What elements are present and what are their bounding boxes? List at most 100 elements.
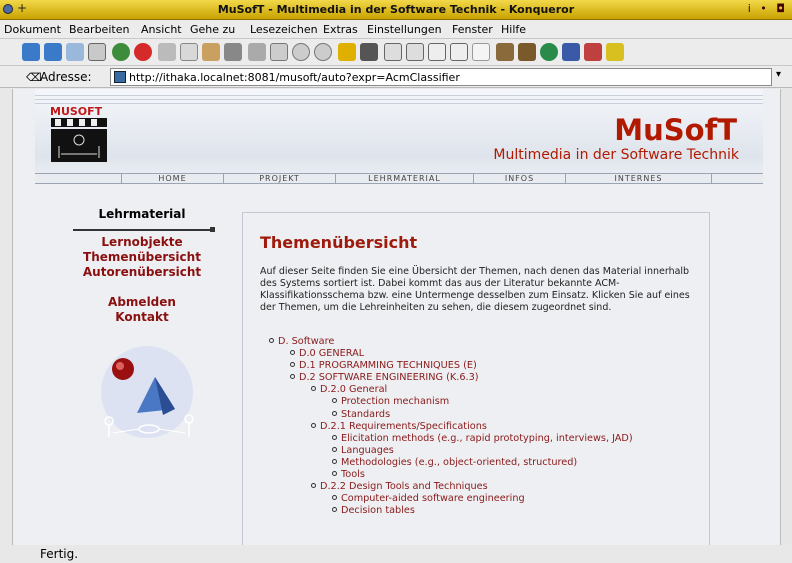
musoft-logo: MUSOFT <box>50 105 107 162</box>
topic-link[interactable]: D.2.1 Requirements/Specifications <box>320 421 487 432</box>
topic-link[interactable]: Elicitation methods (e.g., rapid prototy… <box>341 433 633 444</box>
paste-icon[interactable] <box>202 43 220 61</box>
brand-tagline: Multimedia in der Software Technik <box>493 147 739 163</box>
location-bar: ⌫ Adresse: ▾ <box>0 66 792 88</box>
zoom-out-icon[interactable] <box>314 43 332 61</box>
menu-extras[interactable]: Extras <box>323 23 358 36</box>
sidebar-link-lernobjekte[interactable]: Lernobjekte <box>63 235 221 250</box>
split-horizontal-icon[interactable] <box>428 43 446 61</box>
copy-icon[interactable] <box>180 43 198 61</box>
view-mode-icon[interactable] <box>384 43 402 61</box>
home-icon[interactable] <box>88 43 106 61</box>
window-controls[interactable]: i • ◘ <box>748 2 788 15</box>
bullet-icon <box>311 483 316 489</box>
find-icon[interactable] <box>270 43 288 61</box>
topic-link[interactable]: Tools <box>341 469 365 480</box>
intro-paragraph: Auf dieser Seite finden Sie eine Übersic… <box>260 266 690 313</box>
view-zoom-icon[interactable] <box>406 43 424 61</box>
topic-link[interactable]: Languages <box>341 445 394 456</box>
bullet-icon <box>332 458 337 464</box>
location-field[interactable] <box>110 68 772 86</box>
tree-item: D.0 GENERAL <box>260 348 693 360</box>
remove-view-icon[interactable] <box>472 43 490 61</box>
topic-link[interactable]: Standards <box>341 409 390 420</box>
reload-icon[interactable] <box>112 43 130 61</box>
side-panel-edge[interactable] <box>780 89 792 545</box>
web-icon[interactable] <box>540 43 558 61</box>
console-icon[interactable] <box>360 43 378 61</box>
logo-text: MUSOFT <box>50 105 103 118</box>
menu-dokument[interactable]: Dokument <box>4 23 61 36</box>
menu-bearbeiten[interactable]: Bearbeiten <box>69 23 129 36</box>
security-lock-icon[interactable] <box>338 43 356 61</box>
window-title: MuSofT - Multimedia in der Software Tech… <box>217 3 575 16</box>
nav-home[interactable]: HOME <box>121 174 223 184</box>
tree-item: D.2.2 Design Tools and Techniques <box>260 481 693 493</box>
main-content: Themenübersicht Auf dieser Seite finden … <box>242 212 710 545</box>
sidebar-link-kontakt[interactable]: Kontakt <box>63 310 221 325</box>
back-arrow-icon[interactable] <box>44 43 62 61</box>
menu-ansicht[interactable]: Ansicht <box>141 23 182 36</box>
tree-item: D.1 PROGRAMMING TECHNIQUES (E) <box>260 360 693 372</box>
sidebar: Lehrmaterial Lernobjekte Themenübersicht… <box>63 207 221 325</box>
brand-title: MuSofT <box>614 113 737 147</box>
up-arrow-icon[interactable] <box>22 43 40 61</box>
topic-link[interactable]: D.2.2 Design Tools and Techniques <box>320 481 488 492</box>
nav-lehrmaterial[interactable]: LEHRMATERIAL <box>335 174 473 184</box>
topic-link[interactable]: D. Software <box>278 336 334 347</box>
menu-lesezeichen[interactable]: Lesezeichen <box>250 23 318 36</box>
window-titlebar[interactable]: + MuSofT - Multimedia in der Software Te… <box>0 0 792 20</box>
url-input[interactable] <box>129 69 749 85</box>
split-vertical-icon[interactable] <box>450 43 468 61</box>
site-header: MUSOFT MuSofT Multimedia in der Software… <box>35 89 763 173</box>
menu-einstellungen[interactable]: Einstellungen <box>367 23 442 36</box>
menubar: Dokument Bearbeiten Ansicht Gehe zu Lese… <box>0 20 792 39</box>
toolbar <box>0 39 792 66</box>
sidebar-link-abmelden[interactable]: Abmelden <box>63 295 221 310</box>
sidebar-link-themenuebersicht[interactable]: Themenübersicht <box>63 250 221 265</box>
tree-item: Elicitation methods (e.g., rapid prototy… <box>260 433 693 445</box>
translate-icon[interactable] <box>584 43 602 61</box>
menu-gehe-zu[interactable]: Gehe zu <box>190 23 235 36</box>
konqueror-throbber-icon[interactable] <box>606 43 624 61</box>
topic-tree: D. Software D.0 GENERAL D.1 PROGRAMMING … <box>260 336 693 517</box>
bullet-icon <box>332 446 337 452</box>
location-dropdown-icon[interactable]: ▾ <box>776 69 788 85</box>
w3c-validator-icon[interactable] <box>562 43 580 61</box>
bullet-icon <box>332 507 337 513</box>
tree-item: Languages <box>260 445 693 457</box>
stop-icon[interactable] <box>134 43 152 61</box>
topic-link[interactable]: Decision tables <box>341 505 415 516</box>
topic-link[interactable]: Methodologies (e.g., object-oriented, st… <box>341 457 577 468</box>
tree-item: D. Software <box>260 336 693 348</box>
sidebar-link-autorenuebersicht[interactable]: Autorenübersicht <box>63 265 221 280</box>
bullet-icon <box>332 495 337 501</box>
cut-icon[interactable] <box>158 43 176 61</box>
topic-link[interactable]: D.1 PROGRAMMING TECHNIQUES (E) <box>299 360 477 371</box>
topic-link[interactable]: Protection mechanism <box>341 396 449 407</box>
page-title: Themenübersicht <box>260 233 418 252</box>
bullet-icon <box>332 471 337 477</box>
tools-icon[interactable] <box>496 43 514 61</box>
location-label: Adresse: <box>40 70 92 84</box>
print-preview-icon[interactable] <box>248 43 266 61</box>
web-view[interactable]: MUSOFT MuSofT Multimedia in der Software… <box>12 89 780 545</box>
nav-internes[interactable]: INTERNES <box>565 174 712 184</box>
print-icon[interactable] <box>224 43 242 61</box>
topic-link[interactable]: Computer-aided software engineering <box>341 493 525 504</box>
topic-link[interactable]: D.0 GENERAL <box>299 348 364 359</box>
menu-hilfe[interactable]: Hilfe <box>501 23 526 36</box>
topic-link[interactable]: D.2.0 General <box>320 384 387 395</box>
decorative-illustration <box>93 337 201 447</box>
sidebar-divider <box>73 227 215 232</box>
zoom-in-icon[interactable] <box>292 43 310 61</box>
topic-link[interactable]: D.2 SOFTWARE ENGINEERING (K.6.3) <box>299 372 479 383</box>
tree-item: Methodologies (e.g., object-oriented, st… <box>260 457 693 469</box>
plugin-icon[interactable] <box>518 43 536 61</box>
bullet-icon <box>311 386 316 392</box>
forward-arrow-icon[interactable] <box>66 43 84 61</box>
nav-projekt[interactable]: PROJEKT <box>223 174 335 184</box>
bullet-icon <box>332 410 337 416</box>
menu-fenster[interactable]: Fenster <box>452 23 493 36</box>
nav-infos[interactable]: INFOS <box>473 174 565 184</box>
